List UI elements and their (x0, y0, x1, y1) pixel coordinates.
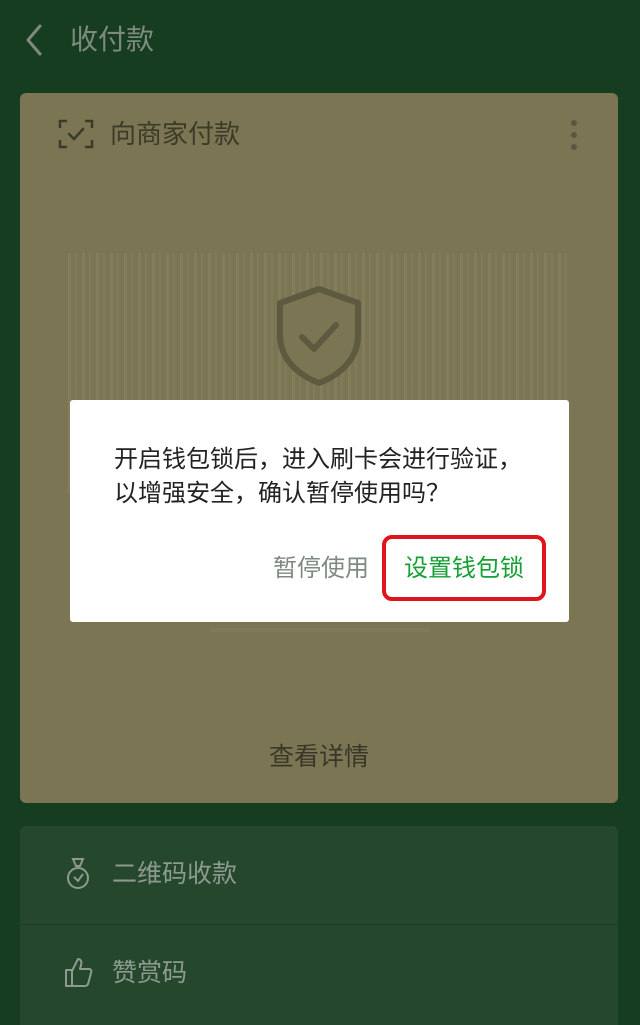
shield-check-icon (277, 286, 361, 386)
receive-options-list: 二维码收款 赞赏码 (20, 826, 618, 1025)
back-arrow-icon[interactable] (20, 22, 48, 58)
list-item-qr-receive[interactable]: 二维码收款 (20, 826, 618, 924)
list-item-label: 二维码收款 (112, 859, 238, 888)
placeholder-line (210, 628, 430, 632)
list-item-appreciation-code[interactable]: 赞赏码 (20, 925, 618, 1023)
page-title: 收付款 (70, 23, 155, 56)
pause-use-button[interactable]: 暂停使用 (273, 550, 369, 586)
list-item-label: 赞赏码 (112, 958, 188, 987)
scan-check-icon (58, 119, 94, 149)
card-title: 向商家付款 (110, 120, 241, 150)
thumbs-up-icon (65, 958, 93, 987)
view-details-link[interactable]: 查看详情 (20, 735, 618, 779)
wallet-lock-dialog: 开启钱包锁后，进入刷卡会进行验证，以增强安全，确认暂停使用吗？ 暂停使用 设置钱… (70, 400, 569, 622)
card-header: 向商家付款 (20, 93, 618, 177)
header-bar: 收付款 (0, 0, 640, 80)
dialog-message: 开启钱包锁后，进入刷卡会进行验证，以增强安全，确认暂停使用吗？ (114, 445, 522, 507)
more-options-icon[interactable] (570, 117, 578, 153)
money-bag-icon (67, 858, 89, 889)
set-wallet-lock-button[interactable]: 设置钱包锁 (382, 535, 546, 601)
